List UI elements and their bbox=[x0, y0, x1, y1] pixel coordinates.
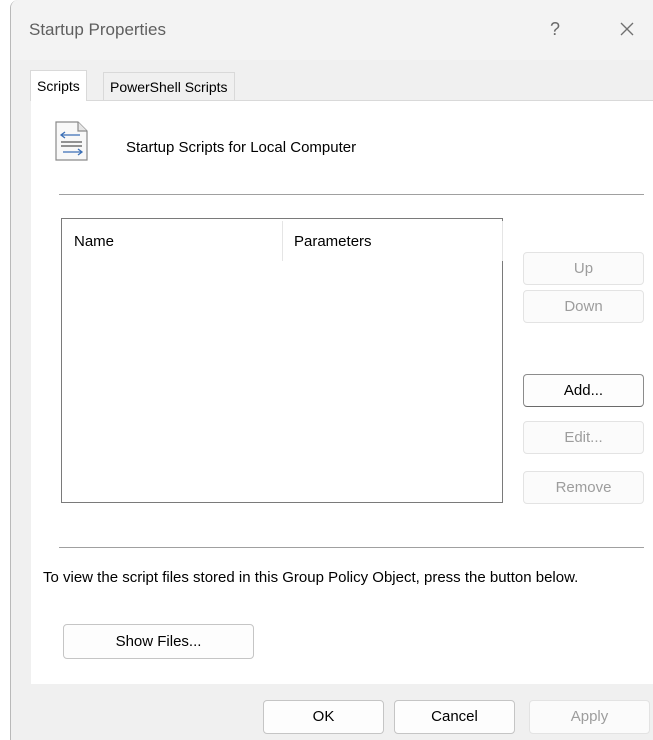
show-files-button[interactable]: Show Files... bbox=[63, 624, 254, 659]
startup-properties-dialog: Startup Properties ? Scripts PowerShell … bbox=[10, 0, 653, 740]
help-button[interactable]: ? bbox=[544, 17, 566, 41]
apply-button[interactable]: Apply bbox=[529, 700, 650, 734]
panel-heading: Startup Scripts for Local Computer bbox=[126, 139, 357, 156]
down-button[interactable]: Down bbox=[523, 290, 644, 323]
top-divider bbox=[59, 194, 644, 195]
title-bar: Startup Properties ? bbox=[11, 0, 653, 60]
bottom-divider bbox=[59, 547, 644, 548]
edit-button[interactable]: Edit... bbox=[523, 421, 644, 454]
up-button[interactable]: Up bbox=[523, 252, 644, 285]
scripts-list[interactable]: Name Parameters bbox=[61, 218, 503, 503]
info-text: To view the script files stored in this … bbox=[43, 569, 579, 586]
remove-button[interactable]: Remove bbox=[523, 471, 644, 504]
script-file-icon bbox=[52, 119, 92, 163]
dialog-title: Startup Properties bbox=[29, 20, 167, 39]
tab-powershell-scripts[interactable]: PowerShell Scripts bbox=[103, 72, 235, 100]
column-separator[interactable] bbox=[282, 221, 283, 261]
add-button[interactable]: Add... bbox=[523, 374, 644, 407]
close-icon[interactable] bbox=[615, 17, 639, 41]
tab-strip: Scripts PowerShell Scripts bbox=[11, 70, 653, 101]
column-header-parameters[interactable]: Parameters bbox=[294, 219, 499, 259]
column-separator[interactable] bbox=[502, 221, 503, 261]
tab-scripts[interactable]: Scripts bbox=[30, 70, 87, 101]
scripts-tab-panel: Startup Scripts for Local Computer Name … bbox=[31, 100, 653, 684]
cancel-button[interactable]: Cancel bbox=[394, 700, 515, 734]
ok-button[interactable]: OK bbox=[263, 700, 384, 734]
column-header-name[interactable]: Name bbox=[74, 219, 279, 259]
